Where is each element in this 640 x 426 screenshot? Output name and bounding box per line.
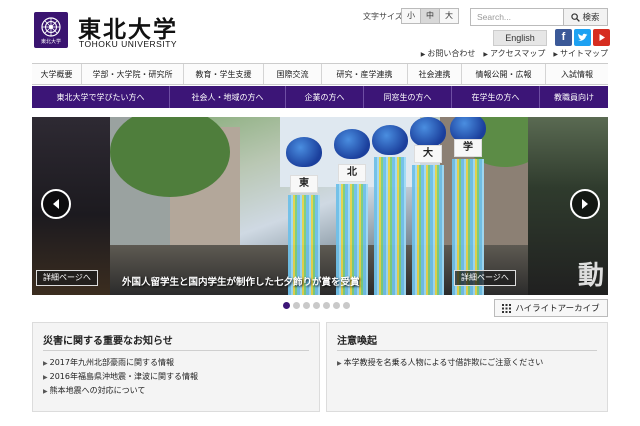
triangle-right-icon: ▶ xyxy=(43,374,48,381)
archive-button-label: ハイライトアーカイブ xyxy=(515,304,600,314)
audience-community[interactable]: 社会人・地域の方へ xyxy=(170,86,286,108)
nav-item-disclosure[interactable]: 情報公開・広報 xyxy=(462,64,546,84)
site-header: 東北大学 東北大学 TOHOKU UNIVERSITY 文字サイズ 小 中 大 … xyxy=(0,0,640,64)
university-name-en[interactable]: TOHOKU UNIVERSITY xyxy=(79,39,177,49)
font-size-small-button[interactable]: 小 xyxy=(401,8,421,24)
nav-item-social[interactable]: 社会連携 xyxy=(408,64,462,84)
audience-students[interactable]: 在学生の方へ xyxy=(452,86,540,108)
university-seal-icon xyxy=(41,16,61,37)
audience-alumni[interactable]: 同窓生の方へ xyxy=(364,86,452,108)
audience-business[interactable]: 企業の方へ xyxy=(286,86,364,108)
disaster-panel-title: 災害に関する重要なお知らせ xyxy=(43,336,173,347)
nav-item-education[interactable]: 教育・学生支援 xyxy=(184,64,264,84)
facebook-icon[interactable]: f xyxy=(555,29,572,46)
caution-list: ▶ 本学教授を名乗る人物による寸借詐欺にご注意ください xyxy=(337,356,543,370)
sns-links: f xyxy=(555,29,610,46)
twitter-icon[interactable] xyxy=(574,29,591,46)
nav-item-international[interactable]: 国際交流 xyxy=(264,64,322,84)
slider-dot-2[interactable] xyxy=(293,302,300,309)
list-item[interactable]: ▶ 2017年九州北部豪雨に関する情報 xyxy=(43,356,198,370)
next-slide-button[interactable] xyxy=(570,189,600,219)
slider-dot-3[interactable] xyxy=(303,302,310,309)
list-item[interactable]: ▶ 熊本地震への対応について xyxy=(43,384,198,398)
nav-item-admissions[interactable]: 入試情報 xyxy=(546,64,608,84)
font-size-large-button[interactable]: 大 xyxy=(439,8,459,24)
slider-pagination xyxy=(283,302,350,309)
slide-caption[interactable]: 外国人留学生と国内学生が制作した七夕飾りが賞を受賞 xyxy=(122,274,360,288)
caution-panel: 注意喚起 ▶ 本学教授を名乗る人物による寸借詐欺にご注意ください xyxy=(326,322,608,412)
previous-slide-button[interactable] xyxy=(41,189,71,219)
triangle-right-icon: ▶ xyxy=(43,388,48,395)
hero-image[interactable]: 東 北 大 学 xyxy=(110,117,528,295)
logo-seal-text: 東北大学 xyxy=(40,38,61,45)
font-size-label: 文字サイズ xyxy=(363,12,403,21)
university-logo[interactable]: 東北大学 xyxy=(34,12,68,48)
audience-prospective[interactable]: 東北大学で学びたい方へ xyxy=(32,86,170,108)
audience-nav: 東北大学で学びたい方へ 社会人・地域の方へ 企業の方へ 同窓生の方へ 在学生の方… xyxy=(32,86,608,108)
disaster-notice-list: ▶ 2017年九州北部豪雨に関する情報 ▶ 2016年福島県沖地震・津波に関する情報… xyxy=(43,356,198,398)
slider-dot-1[interactable] xyxy=(283,302,290,309)
divider xyxy=(337,350,597,351)
slider-dot-6[interactable] xyxy=(333,302,340,309)
youtube-icon[interactable] xyxy=(593,29,610,46)
nav-item-research[interactable]: 研究・産学連携 xyxy=(322,64,408,84)
font-size-medium-button[interactable]: 中 xyxy=(420,8,440,24)
utility-links: ▶ お問い合わせ ▶ アクセスマップ ▶ サイトマップ xyxy=(421,48,608,59)
slider-dot-7[interactable] xyxy=(343,302,350,309)
nav-item-about[interactable]: 大学概要 xyxy=(32,64,82,84)
sitemap-link[interactable]: ▶ サイトマップ xyxy=(553,48,608,59)
divider xyxy=(43,350,309,351)
arrow-right-icon: ▶ xyxy=(483,51,489,58)
triangle-right-icon: ▶ xyxy=(337,360,342,367)
contact-link[interactable]: ▶ お問い合わせ xyxy=(421,48,476,59)
tanabata-streamer xyxy=(372,117,408,295)
list-item[interactable]: ▶ 2016年福島県沖地震・津波に関する情報 xyxy=(43,370,198,384)
nav-item-faculties[interactable]: 学部・大学院・研究所 xyxy=(82,64,184,84)
tanabata-streamer: 東 xyxy=(286,117,322,295)
chevron-right-icon xyxy=(582,199,588,209)
search-button-label: 検索 xyxy=(582,13,600,23)
highlight-archive-button[interactable]: ハイライトアーカイブ xyxy=(494,299,608,317)
triangle-right-icon: ▶ xyxy=(43,360,48,367)
global-nav: 大学概要 学部・大学院・研究所 教育・学生支援 国際交流 研究・産学連携 社会連… xyxy=(32,63,608,85)
slide-detail-button[interactable]: 詳細ページへ xyxy=(454,270,516,286)
hero-slider: 東 北 大 学 動 詳細ページへ 外国人留学生と国内学生が制作した七夕飾りが賞を… xyxy=(32,117,608,295)
english-button[interactable]: English xyxy=(493,30,547,46)
tanabata-streamer: 大 xyxy=(410,117,446,295)
chevron-left-icon xyxy=(53,199,59,209)
search-icon xyxy=(571,12,581,22)
search-input[interactable]: Search... xyxy=(470,8,564,26)
arrow-right-icon: ▶ xyxy=(553,51,558,58)
slider-dot-4[interactable] xyxy=(313,302,320,309)
access-map-link[interactable]: ▶ アクセスマップ xyxy=(483,48,545,59)
next-slide-character: 動 xyxy=(577,261,604,291)
grid-icon xyxy=(502,303,512,313)
audience-staff[interactable]: 教職員向け xyxy=(540,86,608,108)
slider-dot-5[interactable] xyxy=(323,302,330,309)
search-button[interactable]: 検索 xyxy=(563,8,608,26)
disaster-notice-panel: 災害に関する重要なお知らせ ▶ 2017年九州北部豪雨に関する情報 ▶ 2016年福… xyxy=(32,322,320,412)
list-item[interactable]: ▶ 本学教授を名乗る人物による寸借詐欺にご注意ください xyxy=(337,356,543,370)
arrow-right-icon: ▶ xyxy=(420,51,426,58)
font-size-switcher: 小 中 大 xyxy=(401,8,459,24)
previous-slide-detail-button[interactable]: 詳細ページへ xyxy=(36,270,98,286)
tanabata-streamer: 北 xyxy=(334,117,370,295)
caution-panel-title: 注意喚起 xyxy=(337,336,377,347)
tanabata-streamer: 学 xyxy=(450,117,486,295)
